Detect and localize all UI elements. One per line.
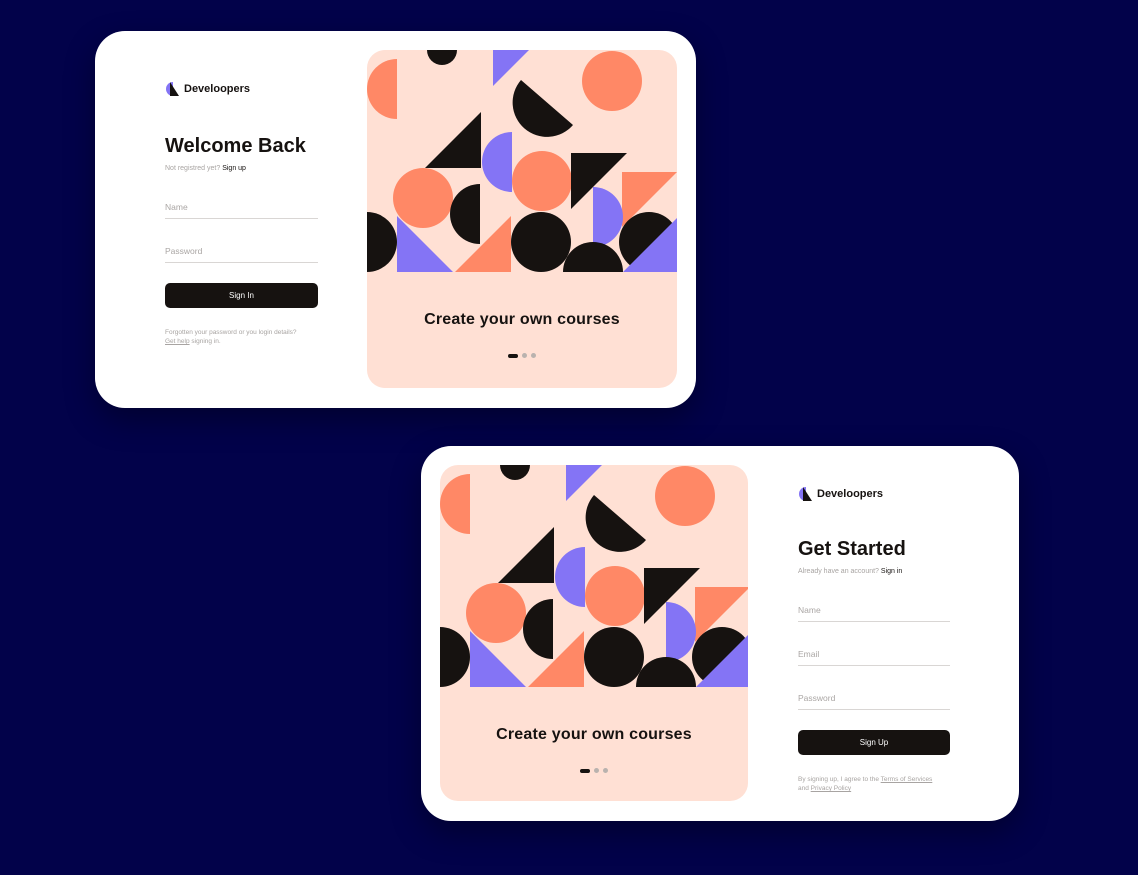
illustration-panel: Create your own courses [367,50,677,388]
page-title: Get Started [798,538,906,560]
terms-text: By signing up, I agree to the Terms of S… [798,775,950,793]
carousel-dot-3[interactable] [603,768,608,773]
carousel-dot-2[interactable] [594,768,599,773]
page-title: Welcome Back [165,135,306,157]
carousel-dots [440,768,748,773]
panel-caption: Create your own courses [496,726,692,743]
terms-of-service-link[interactable]: Terms of Services [881,776,933,783]
signup-card: Create your own courses Develoopers Get … [421,446,1019,821]
illustration-panel: Create your own courses [440,465,748,801]
carousel-dots [367,353,677,358]
panel-caption: Create your own courses [424,311,620,328]
help-prefix: Forgotten your password or you login det… [165,329,297,336]
signin-card: Develoopers Welcome Back Not registred y… [95,31,696,408]
signup-link[interactable]: Sign up [222,165,246,172]
password-input[interactable] [798,693,950,710]
signup-form: Develoopers Get Started Already have an … [798,486,950,793]
brand: Develoopers [798,486,950,502]
half-circle-triangle-logo-icon [166,82,179,96]
help-text: Forgotten your password or you login det… [165,328,318,346]
signin-prompt: Already have an account? Sign in [798,568,950,575]
terms-prefix: By signing up, I agree to the [798,776,879,783]
sign-in-button[interactable]: Sign In [165,283,318,308]
signup-prompt: Not registred yet? Sign up [165,165,318,172]
signup-prompt-text: Not registred yet? [165,165,221,172]
email-input[interactable] [798,649,950,666]
help-suffix: signing in. [191,338,221,345]
privacy-policy-link[interactable]: Privacy Policy [811,785,851,792]
carousel-dot-1[interactable] [508,353,518,358]
brand: Develoopers [165,81,318,97]
password-input[interactable] [165,246,318,263]
signin-prompt-text: Already have an account? [798,568,879,575]
brand-name: Develoopers [184,83,251,95]
name-input[interactable] [798,605,950,622]
carousel-dot-3[interactable] [531,353,536,358]
carousel-dot-2[interactable] [522,353,527,358]
sign-up-button[interactable]: Sign Up [798,730,950,755]
geometric-illustration [367,50,677,272]
half-circle-triangle-logo-icon [799,487,812,501]
terms-and: and [798,785,809,792]
name-input[interactable] [165,202,318,219]
brand-name: Develoopers [817,488,884,500]
signin-link[interactable]: Sign in [881,568,902,575]
geometric-illustration [440,465,748,687]
signin-form: Develoopers Welcome Back Not registred y… [165,81,318,346]
get-help-link[interactable]: Get help [165,338,190,345]
carousel-dot-1[interactable] [580,768,590,773]
